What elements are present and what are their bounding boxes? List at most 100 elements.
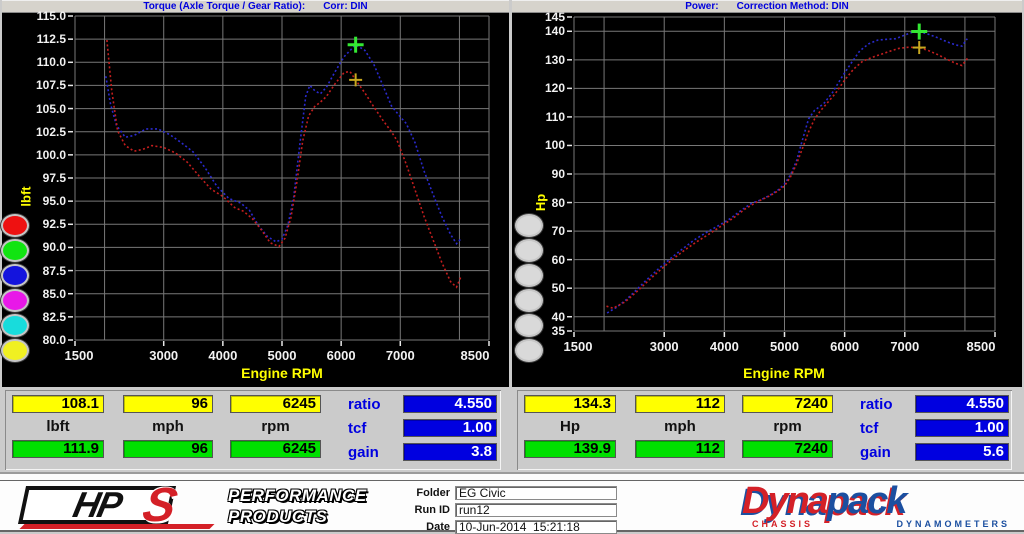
power-chart-canvas: Hp Engine RPM 145 140 130 120 110 100 90 80 70 60…	[512, 10, 1022, 387]
dynapack-text-blue: pack	[826, 480, 908, 522]
x-tick-label: 7000	[890, 339, 920, 354]
hps-logo-s: S	[138, 479, 182, 532]
y-tick-label: 80.0	[42, 333, 66, 347]
products-text: PRODUCTS	[228, 507, 328, 526]
gain-label: gain	[860, 444, 891, 461]
dynapack-logo: Dynapack CHASSIS DYNAMOMETERS	[742, 481, 1014, 529]
ratio-label: ratio	[348, 396, 381, 413]
run-select-button-gray-1[interactable]	[517, 216, 541, 235]
ratio-value: 4.550	[915, 395, 1009, 413]
torque-values-table: 108.1 96 6245 lbft mph rpm 111.9 96 6245…	[5, 390, 501, 470]
folder-input[interactable]	[455, 486, 617, 500]
x-tick-label: 8500	[460, 348, 490, 363]
run-select-button-red[interactable]	[3, 216, 27, 235]
speed-peak-value: 112	[635, 440, 725, 458]
power-plot-svg	[567, 16, 996, 337]
torque-unit-label: lbft	[46, 418, 70, 435]
power-correction-label: Correction Method: DIN	[736, 1, 849, 12]
folder-label: Folder	[416, 487, 450, 499]
dynapack-wordmark: Dynapack	[742, 481, 1014, 521]
x-tick-label: 6000	[326, 348, 356, 363]
x-tick-label: 5000	[770, 339, 799, 354]
hps-logo-swoosh	[19, 524, 215, 529]
y-tick-label: 92.5	[42, 217, 66, 232]
run-select-button-blue[interactable]	[3, 266, 27, 285]
y-tick-label: 102.5	[35, 124, 66, 139]
dynamometers-text: DYNAMOMETERS	[896, 519, 1010, 529]
tcf-label: tcf	[860, 420, 879, 437]
torque-chart-panel: Torque (Axle Torque / Gear Ratio): Corr:…	[2, 0, 509, 388]
rpm-cursor-value: 6245	[230, 395, 321, 413]
x-tick-label: 1500	[64, 348, 94, 363]
x-tick-label: 1500	[563, 339, 593, 354]
x-tick-label: 5000	[267, 348, 297, 363]
y-tick-label: 105.0	[35, 101, 66, 116]
y-tick-label: 110	[545, 109, 565, 124]
run-select-button-magenta[interactable]	[3, 291, 27, 310]
tcf-value: 1.00	[403, 419, 497, 437]
speed-peak-value: 96	[123, 440, 213, 458]
run-select-button-gray-5[interactable]	[517, 316, 541, 335]
y-tick-label: 90	[551, 167, 565, 181]
x-tick-label: 3000	[149, 348, 179, 363]
y-tick-label: 130	[544, 52, 565, 67]
y-tick-label: 145	[544, 10, 565, 24]
y-tick-label: 140	[544, 24, 565, 39]
run-id-label: Run ID	[414, 504, 450, 516]
ratio-value: 4.550	[403, 395, 497, 413]
run-select-button-gray-4[interactable]	[517, 291, 541, 310]
footer: HP S PERFORMANCE PRODUCTS Folder Run ID …	[0, 472, 1024, 534]
run-select-button-green[interactable]	[3, 241, 27, 260]
power-values-table: 134.3 112 7240 Hp mph rpm 139.9 112 7240…	[517, 390, 1012, 470]
dynapack-text-red: Dyna	[742, 480, 829, 522]
run-select-button-gray-3[interactable]	[517, 266, 541, 285]
rpm-unit-label: rpm	[261, 418, 290, 435]
run-id-input[interactable]	[455, 503, 617, 517]
footer-strip: HP S PERFORMANCE PRODUCTS Folder Run ID …	[0, 479, 1024, 534]
rpm-peak-value: 6245	[230, 440, 321, 458]
run-id-field-row: Run ID	[398, 503, 617, 517]
y-tick-label: 82.5	[42, 309, 66, 324]
y-tick-label: 90.0	[42, 240, 66, 255]
run-select-button-gray-6[interactable]	[517, 341, 541, 360]
run-select-button-gray-2[interactable]	[517, 241, 541, 260]
speed-cursor-value: 112	[635, 395, 725, 413]
chassis-text: CHASSIS	[752, 519, 814, 529]
y-tick-label: 97.5	[42, 171, 66, 185]
rpm-cursor-value: 7240	[742, 395, 833, 413]
ratio-label: ratio	[860, 396, 893, 413]
y-tick-label: 115.0	[36, 9, 66, 23]
x-tick-label: 3000	[649, 339, 679, 354]
power-chart-panel: Power: Correction Method: DIN Hp Engine …	[512, 0, 1022, 388]
peak-marker-green	[911, 23, 928, 40]
blue_run_torque_lbft-curve	[105, 43, 462, 246]
speed-unit-label: mph	[152, 418, 184, 435]
x-tick-label: 7000	[385, 348, 415, 363]
torque-chart-canvas: lbft Engine RPM 115.0 112.5 110.0 107.5 105.…	[2, 9, 509, 387]
power-unit-label: Hp	[560, 418, 580, 435]
tcf-label: tcf	[348, 420, 367, 437]
hps-logo-hp: HP	[69, 484, 125, 525]
y-tick-label: 95.0	[42, 194, 66, 209]
y-tick-label: 85.0	[42, 286, 66, 301]
torque-correction-label: Corr: DIN	[323, 1, 368, 12]
red_run_power_hp-curve	[606, 46, 970, 310]
peak-marker-yellow	[912, 41, 926, 55]
y-tick-label: 100.0	[35, 147, 66, 162]
run-select-button-yellow[interactable]	[3, 341, 27, 360]
performance-products-wordmark: PERFORMANCE PRODUCTS	[228, 485, 367, 527]
y-tick-label: 112.5	[36, 32, 66, 47]
power-peak-value: 139.9	[524, 440, 616, 458]
x-tick-label: 4000	[208, 348, 238, 363]
y-tick-label: 87.5	[42, 263, 66, 278]
gain-value: 5.6	[915, 443, 1009, 461]
performance-text: PERFORMANCE	[228, 486, 367, 505]
red_run_torque_lbft-curve	[106, 40, 462, 289]
torque-chart-title: Torque (Axle Torque / Gear Ratio):	[143, 1, 306, 12]
rpm-peak-value: 7240	[742, 440, 833, 458]
x-tick-label: 4000	[709, 339, 739, 354]
y-tick-label: 120	[544, 81, 565, 96]
y-tick-label: 107.5	[35, 78, 66, 93]
run-select-button-cyan[interactable]	[3, 316, 27, 335]
power-cursor-value: 134.3	[524, 395, 616, 413]
